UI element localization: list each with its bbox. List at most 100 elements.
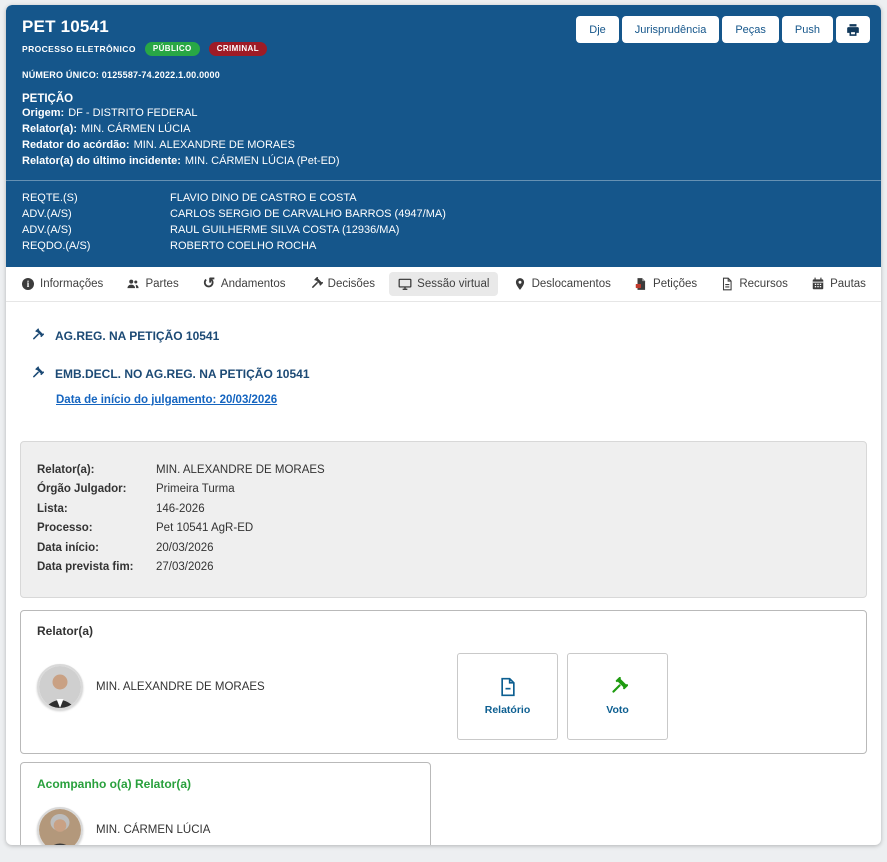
tab-andamentos[interactable]: ↺ Andamentos [193, 272, 295, 296]
detail-redator: Redator do acórdão: MIN. ALEXANDRE DE MOR… [22, 137, 865, 153]
process-header: Dje Jurisprudência Peças Push PET 10541 … [6, 5, 881, 267]
vote-row: MIN. CÁRMEN LÚCIA [37, 807, 414, 846]
session-summary-panel: Relator(a): MIN. ALEXANDRE DE MORAES Órg… [20, 441, 867, 598]
summary-row: Relator(a): MIN. ALEXANDRE DE MORAES [37, 461, 850, 481]
party-role: ADV.(A/S) [22, 206, 170, 222]
party-name: CARLOS SERGIO DE CARVALHO BARROS (4947/M… [170, 206, 446, 222]
incident-label: EMB.DECL. NO AG.REG. NA PETIÇÃO 10541 [55, 367, 310, 381]
tab-label: Recursos [739, 278, 788, 290]
tab-deslocamentos[interactable]: Deslocamentos [504, 272, 620, 296]
detail-value: MIN. CÁRMEN LÚCIA (Pet-ED) [185, 155, 340, 167]
map-pin-icon [513, 277, 527, 291]
party-role: REQTE.(S) [22, 190, 170, 206]
tab-bar: i Informações Partes ↺ Andamentos Decisõ… [6, 267, 881, 302]
detail-value: DF - DISTRITO FEDERAL [68, 107, 197, 119]
summary-value: Pet 10541 AgR-ED [156, 519, 253, 539]
process-type-label: PROCESSO ELETRÔNICO [22, 44, 136, 54]
gavel-icon [30, 367, 44, 381]
relator-panel: Relator(a) MIN. ALEXANDRE DE MORAES Rela… [20, 610, 867, 754]
relator-name: MIN. ALEXANDRE DE MORAES [96, 681, 265, 693]
party-row: REQTE.(S) FLAVIO DINO DE CASTRO E COSTA [22, 190, 865, 206]
unique-number: NÚMERO ÚNICO: 0125587-74.2022.1.00.0000 [22, 70, 865, 80]
tab-label: Petições [653, 278, 697, 290]
detail-label: Origem: [22, 107, 64, 119]
doc-card-label: Relatório [485, 704, 531, 716]
tab-decisoes[interactable]: Decisões [300, 272, 384, 296]
summary-row: Data início: 20/03/2026 [37, 539, 850, 559]
public-badge: PÚBLICO [145, 42, 200, 56]
avatar [37, 807, 83, 846]
relator-panel-title: Relator(a) [37, 624, 850, 638]
criminal-badge: CRIMINAL [209, 42, 267, 56]
gavel-icon [608, 677, 628, 697]
process-card: Dje Jurisprudência Peças Push PET 10541 … [6, 5, 881, 845]
summary-value: 146-2026 [156, 500, 205, 520]
summary-label: Relator(a): [37, 461, 156, 481]
incident-agreg: AG.REG. NA PETIÇÃO 10541 [30, 322, 867, 350]
push-button[interactable]: Push [782, 16, 833, 43]
party-row: ADV.(A/S) RAUL GUILHERME SILVA COSTA (12… [22, 222, 865, 238]
tab-recursos[interactable]: Recursos [711, 272, 797, 296]
detail-label: Redator do acórdão: [22, 139, 130, 151]
tab-label: Deslocamentos [532, 278, 611, 290]
history-icon: ↺ [202, 277, 216, 291]
tab-informacoes[interactable]: i Informações [12, 272, 112, 296]
party-row: ADV.(A/S) CARLOS SERGIO DE CARVALHO BARR… [22, 206, 865, 222]
voto-button[interactable]: Voto [567, 653, 668, 740]
dje-button[interactable]: Dje [576, 16, 619, 43]
summary-row: Lista: 146-2026 [37, 500, 850, 520]
summary-value: 20/03/2026 [156, 539, 214, 559]
tab-label: Pautas [830, 278, 866, 290]
tab-peticoes[interactable]: Petições [625, 272, 706, 296]
minister-name: MIN. CÁRMEN LÚCIA [96, 824, 210, 836]
tab-partes[interactable]: Partes [117, 272, 187, 296]
printer-icon [846, 23, 860, 37]
votes-panel: Acompanho o(a) Relator(a) MIN. CÁRMEN LÚ… [20, 762, 431, 846]
print-button[interactable] [836, 16, 870, 43]
tab-pautas[interactable]: Pautas [802, 272, 875, 296]
summary-label: Processo: [37, 519, 156, 539]
header-divider [6, 180, 881, 181]
class-label: PETIÇÃO [22, 93, 865, 105]
relator-documents: Relatório Voto [457, 653, 668, 740]
badge-row: PROCESSO ELETRÔNICO PÚBLICO CRIMINAL [22, 42, 865, 56]
party-row: REQDO.(A/S) ROBERTO COELHO ROCHA [22, 238, 865, 254]
judgment-date-link[interactable]: Data de início do julgamento: 20/03/2026 [56, 394, 277, 406]
detail-label: Relator(a): [22, 123, 77, 135]
detail-relator: Relator(a): MIN. CÁRMEN LÚCIA [22, 121, 865, 137]
relatorio-button[interactable]: Relatório [457, 653, 558, 740]
jurisprudencia-button[interactable]: Jurisprudência [622, 16, 720, 43]
document-icon [498, 677, 518, 697]
party-name: FLAVIO DINO DE CASTRO E COSTA [170, 190, 357, 206]
pecas-button[interactable]: Peças [722, 16, 779, 43]
summary-value: 27/03/2026 [156, 558, 214, 578]
party-name: ROBERTO COELHO ROCHA [170, 238, 316, 254]
detail-ultimo-incidente: Relator(a) do último incidente: MIN. CÁRM… [22, 153, 865, 169]
summary-value: Primeira Turma [156, 480, 235, 500]
relator-row: MIN. ALEXANDRE DE MORAES [37, 664, 850, 710]
tab-label: Andamentos [221, 278, 286, 290]
detail-label: Relator(a) do último incidente: [22, 155, 181, 167]
summary-row: Órgão Julgador: Primeira Turma [37, 480, 850, 500]
info-icon: i [21, 277, 35, 291]
tab-label: Sessão virtual [417, 278, 489, 290]
gavel-icon [309, 277, 323, 291]
summary-label: Lista: [37, 500, 156, 520]
monitor-icon [398, 277, 412, 291]
detail-value: MIN. CÁRMEN LÚCIA [81, 123, 190, 135]
party-role: REQDO.(A/S) [22, 238, 170, 254]
file-pdf-icon [634, 277, 648, 291]
summary-label: Órgão Julgador: [37, 480, 156, 500]
avatar [37, 664, 83, 710]
tab-sessao-virtual[interactable]: Sessão virtual [389, 272, 498, 296]
votes-panel-title: Acompanho o(a) Relator(a) [37, 777, 414, 791]
detail-value: MIN. ALEXANDRE DE MORAES [134, 139, 295, 151]
incident-label: AG.REG. NA PETIÇÃO 10541 [55, 329, 219, 343]
party-role: ADV.(A/S) [22, 222, 170, 238]
party-name: RAUL GUILHERME SILVA COSTA (12936/MA) [170, 222, 399, 238]
tab-label: Decisões [328, 278, 375, 290]
calendar-icon [811, 277, 825, 291]
doc-card-label: Voto [606, 704, 629, 716]
people-icon [126, 277, 140, 291]
summary-row: Data prevista fim: 27/03/2026 [37, 558, 850, 578]
